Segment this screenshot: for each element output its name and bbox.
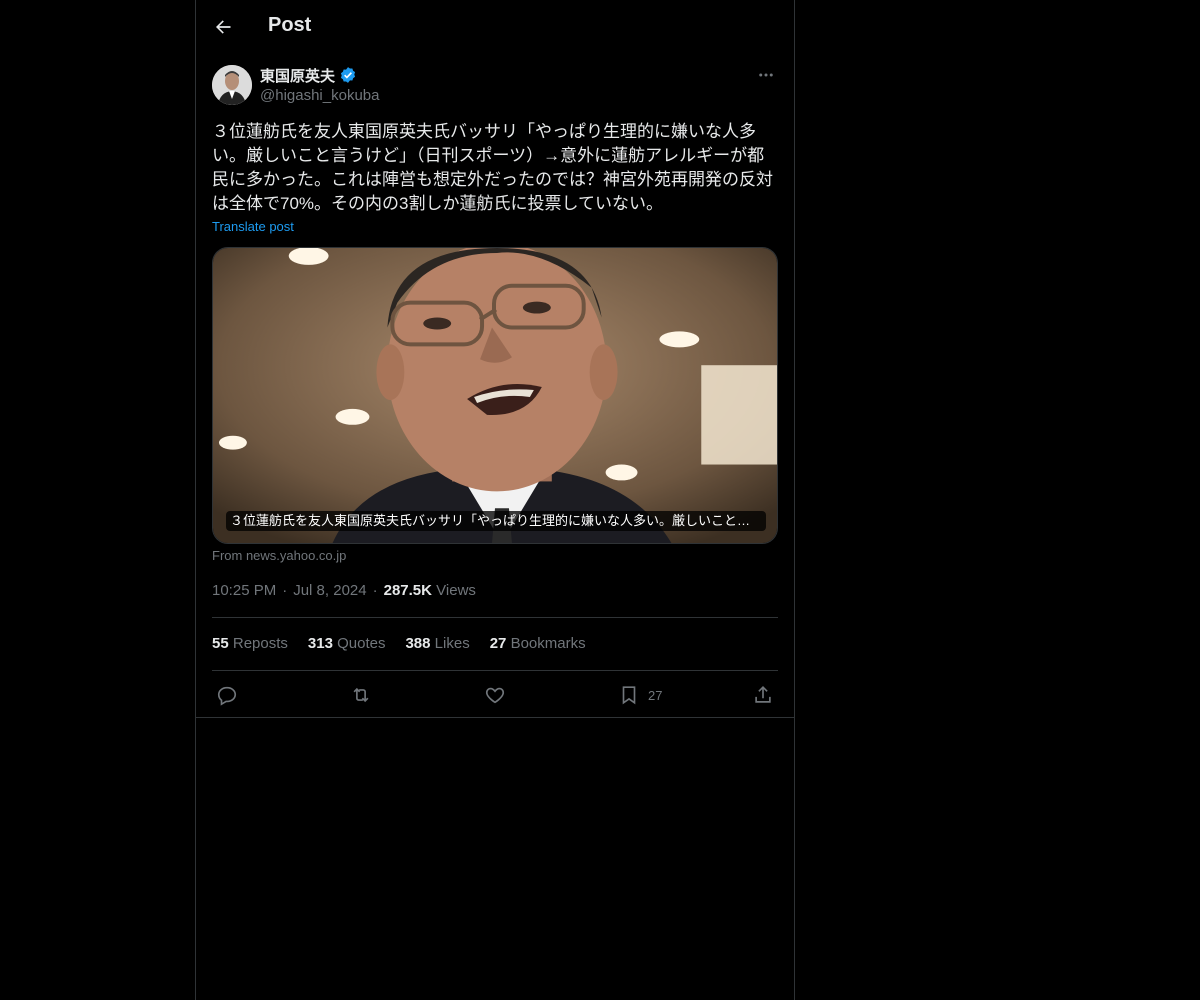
translate-post-link[interactable]: Translate post bbox=[212, 219, 294, 234]
bookmark-icon bbox=[622, 686, 636, 705]
divider bbox=[212, 670, 778, 671]
page-title: Post bbox=[268, 14, 312, 36]
post-text: ３位蓮舫氏を友人東国原英夫氏バッサリ「やっぱり生理的に嫌いな人多い。厳しいこと言… bbox=[212, 122, 773, 213]
views-count: 287.5K bbox=[383, 582, 432, 599]
top-bar: Post bbox=[196, 0, 794, 53]
meta-separator: · bbox=[372, 582, 378, 599]
bookmark-button[interactable]: 27 bbox=[618, 684, 662, 706]
post-date[interactable]: Jul 8, 2024 bbox=[293, 582, 366, 599]
share-icon bbox=[755, 686, 771, 703]
divider bbox=[212, 617, 778, 618]
more-horizontal-icon bbox=[759, 73, 773, 77]
link-card[interactable]: ３位蓮舫氏を友人東国原英夫氏バッサリ「やっぱり生理的に嫌いな人多い。厳しいこと言… bbox=[212, 247, 778, 544]
stat-likes[interactable]: 388 Likes bbox=[405, 635, 469, 652]
more-options-button[interactable] bbox=[754, 65, 778, 85]
share-button[interactable] bbox=[752, 684, 774, 706]
repost-button[interactable] bbox=[350, 684, 372, 706]
card-photo bbox=[213, 248, 777, 543]
stat-bookmarks[interactable]: 27 Bookmarks bbox=[490, 635, 586, 652]
avatar[interactable] bbox=[212, 65, 252, 105]
repost-icon bbox=[353, 687, 369, 703]
card-caption: ３位蓮舫氏を友人東国原英夫氏バッサリ「やっぱり生理的に嫌いな人多い。厳しいこと言… bbox=[226, 511, 766, 531]
heart-icon bbox=[485, 687, 505, 704]
avatar-image bbox=[212, 65, 252, 105]
reply-button[interactable] bbox=[216, 684, 238, 706]
action-bar: 27 bbox=[212, 684, 778, 706]
author-name-row: 東国原英夫 bbox=[260, 65, 357, 85]
author-row: 東国原英夫 @higashi_kokuba bbox=[212, 65, 778, 109]
like-button[interactable] bbox=[484, 684, 506, 706]
views-label: Views bbox=[436, 582, 476, 599]
post-meta: 10:25 PM · Jul 8, 2024 · 287.5K Views bbox=[212, 582, 476, 599]
bookmark-count: 27 bbox=[648, 687, 663, 703]
back-button[interactable] bbox=[208, 12, 238, 42]
post-time[interactable]: 10:25 PM bbox=[212, 582, 276, 599]
author-handle[interactable]: @higashi_kokuba bbox=[260, 87, 379, 104]
reply-icon bbox=[217, 686, 237, 706]
arrow-left-icon bbox=[216, 20, 231, 34]
engagement-stats: 55 Reposts 313 Quotes 388 Likes 27 Bookm… bbox=[212, 635, 586, 652]
views: 287.5K Views bbox=[384, 582, 476, 599]
post-detail-column: Post 東国原英夫 @higashi_kokuba ３位蓮舫氏を友人東国原英夫… bbox=[195, 0, 795, 1000]
verified-badge-icon bbox=[340, 67, 356, 83]
card-source[interactable]: From news.yahoo.co.jp bbox=[212, 548, 346, 563]
stat-reposts[interactable]: 55 Reposts bbox=[212, 635, 288, 652]
stat-quotes[interactable]: 313 Quotes bbox=[308, 635, 386, 652]
author-name[interactable]: 東国原英夫 bbox=[260, 65, 335, 86]
meta-separator: · bbox=[282, 582, 288, 599]
divider bbox=[196, 717, 794, 718]
